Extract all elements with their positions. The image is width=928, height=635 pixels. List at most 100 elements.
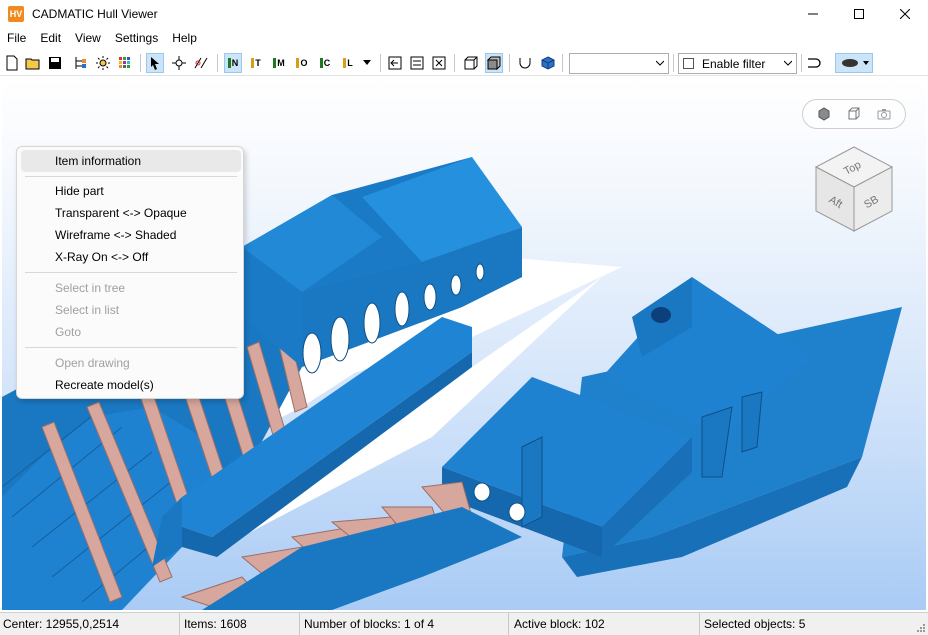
maximize-icon [854,9,864,19]
folder-open-icon [25,58,40,70]
toolbar-separator [801,54,802,72]
arrow-left-box-icon [388,56,402,70]
menu-settings[interactable]: Settings [108,28,165,49]
ctx-separator [25,347,237,348]
ctx-xray-toggle[interactable]: X-Ray On <-> Off [21,246,241,268]
ctx-transparent-toggle[interactable]: Transparent <-> Opaque [21,202,241,224]
wireframe-box-button[interactable] [462,53,480,73]
ellipse-shade-icon [842,59,869,67]
curve-tool-button[interactable] [806,53,824,73]
u-shape-icon [519,58,531,69]
layer-toggle-m[interactable]: M [270,53,288,73]
box-view-icon[interactable] [813,103,835,125]
prev-view-button[interactable] [386,53,404,73]
filter-combo[interactable]: Enable filter [678,53,797,74]
view-tools-pill [802,99,906,129]
measure-icon [194,57,208,69]
chevron-down-icon [656,60,664,66]
select-tool-button[interactable] [146,53,164,73]
new-file-icon [6,55,18,71]
toolbar-separator [140,54,141,72]
color-palette-button[interactable] [116,53,134,73]
menu-bar: File Edit View Settings Help [0,28,928,49]
layer-dropdown-button[interactable] [360,53,374,73]
close-icon [900,9,910,19]
menu-view[interactable]: View [68,28,108,49]
ctx-select-in-list: Select in list [55,303,120,317]
status-selected: Selected objects: 5 [704,617,806,631]
tree-icon [75,57,86,69]
palette-grid-icon [119,57,130,68]
toolbar: N T M O C L Enable filter [0,50,928,76]
close-button[interactable] [882,0,928,28]
toolbar-separator [673,54,674,72]
render-mode-button[interactable] [835,53,873,73]
blue-cube-icon [541,56,555,70]
close-box-icon [432,56,446,70]
curve-icon [808,58,821,68]
toolbar-separator [217,54,218,72]
shaded-cube-icon [487,56,501,70]
resize-grip-icon[interactable] [916,623,926,633]
minimize-icon [808,13,818,15]
layer-t-icon: T [251,58,261,68]
shaded-box-button[interactable] [485,53,503,73]
dropdown-arrow-icon [363,60,371,65]
save-icon [49,57,61,69]
cube-view-icon[interactable] [843,103,865,125]
layer-toggle-t[interactable]: T [247,53,265,73]
ctx-separator [25,176,237,177]
layer-o-icon: O [296,58,308,68]
ctx-wireframe-toggle[interactable]: Wireframe <-> Shaded [21,224,241,246]
next-view-button[interactable] [408,53,426,73]
measure-tool-button[interactable] [192,53,210,73]
layer-toggle-l[interactable]: L [339,53,357,73]
window-title: CADMATIC Hull Viewer [32,7,158,21]
layer-l-icon: L [343,58,353,68]
layer-toggle-c[interactable]: C [316,53,334,73]
status-active-block: Active block: 102 [511,613,700,635]
layer-m-icon: M [273,58,285,68]
layer-toggle-n[interactable]: N [224,53,242,73]
chevron-down-icon [784,60,792,66]
navigation-cube[interactable]: Top Aft SB [812,145,896,235]
ctx-recreate-models[interactable]: Recreate model(s) [21,374,241,396]
ctx-hide-part[interactable]: Hide part [21,180,241,202]
new-file-button[interactable] [3,53,21,73]
toolbar-separator [454,54,455,72]
ctx-select-in-tree: Select in tree [55,281,126,295]
layer-n-icon: N [227,58,238,68]
window-controls [790,0,928,28]
ctx-goto: Goto [55,325,82,339]
view-combo[interactable] [569,53,669,74]
toolbar-separator [380,54,381,72]
enable-filter-checkbox[interactable] [683,58,694,69]
menu-edit[interactable]: Edit [33,28,68,49]
center-tool-button[interactable] [170,53,188,73]
sun-icon [96,56,110,70]
status-center: Center: 12955,0,2514 [0,613,180,635]
tree-button[interactable] [71,53,89,73]
maximize-button[interactable] [836,0,882,28]
reset-view-button[interactable] [430,53,448,73]
minimize-button[interactable] [790,0,836,28]
ctx-item-information[interactable]: Item information [21,150,241,172]
toolbar-separator [509,54,510,72]
save-button[interactable] [46,53,64,73]
layer-toggle-o[interactable]: O [293,53,311,73]
app-icon: HV [8,6,24,22]
hull-section-button[interactable] [516,53,534,73]
ctx-open-drawing: Open drawing [55,356,130,370]
wire-cube-icon [464,56,478,70]
solid-cube-button[interactable] [539,53,557,73]
crosshair-icon [172,56,186,70]
pointer-icon [151,57,159,70]
menu-help[interactable]: Help [165,28,204,49]
menu-file[interactable]: File [0,28,33,49]
enable-filter-label: Enable filter [702,56,766,71]
arrow-swap-box-icon [410,56,424,70]
open-button[interactable] [24,53,42,73]
status-bar: Center: 12955,0,2514 Items: 1608 Number … [0,612,928,635]
camera-icon[interactable] [873,103,895,125]
light-button[interactable] [94,53,112,73]
